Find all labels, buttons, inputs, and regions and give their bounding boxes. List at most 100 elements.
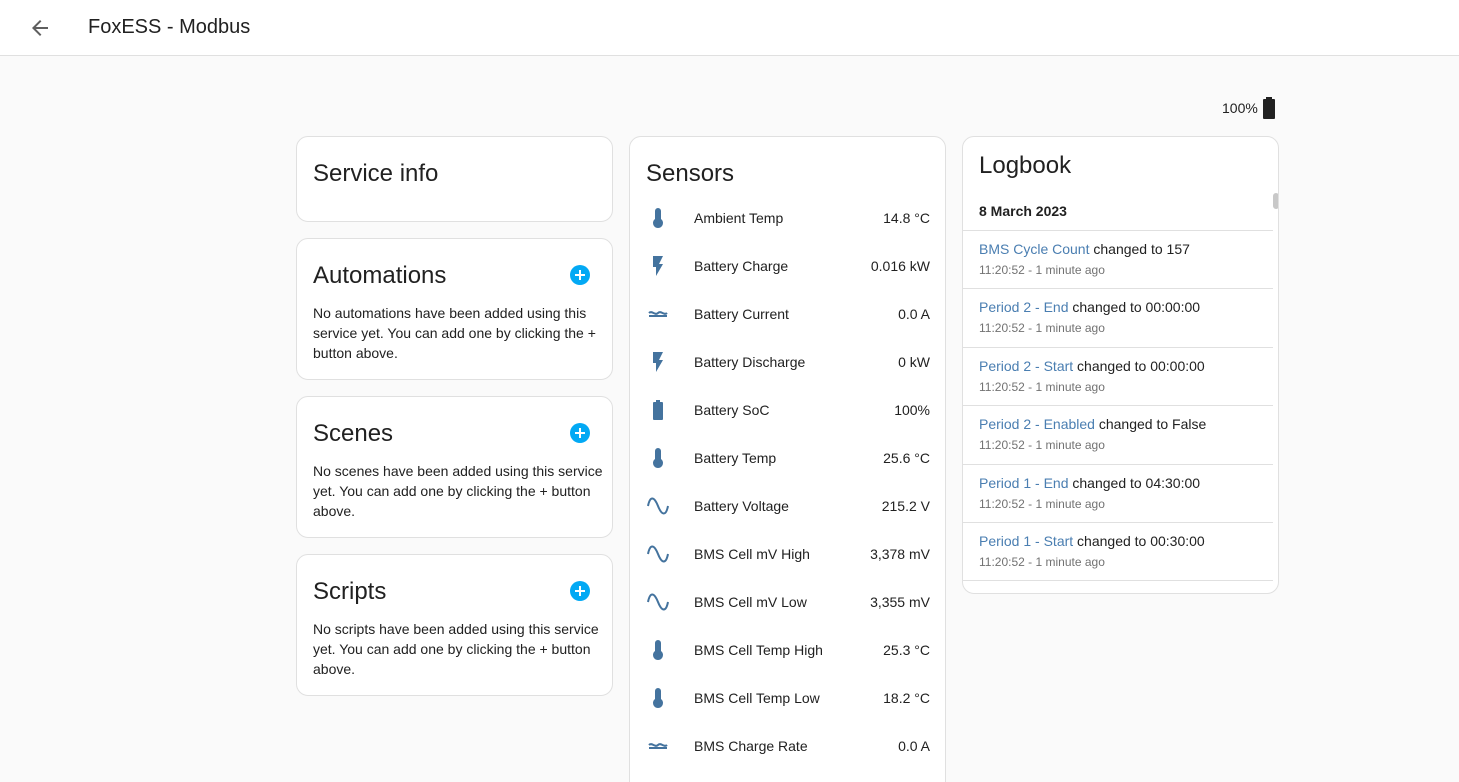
logbook-entry-time: 11:20:52 - 1 minute ago — [979, 263, 1105, 277]
logbook-entry: Period 2 - Start changed to 00:00:00 11:2… — [963, 346, 1273, 405]
automations-title: Automations — [313, 262, 447, 289]
logbook-entity-link[interactable]: Period 2 - End — [979, 299, 1069, 315]
battery-status[interactable]: 100% — [1222, 97, 1276, 119]
sensor-name: Battery Charge — [694, 258, 789, 274]
sine-wave-icon — [646, 542, 670, 566]
sensor-row[interactable]: BMS Charge Rate 0.0 A — [630, 722, 945, 770]
sensor-value: 215.2 V — [881, 498, 930, 514]
logbook-entry-message: changed to 04:30:00 — [1068, 474, 1201, 491]
sensor-row[interactable]: Ambient Temp 14.8 °C — [630, 194, 945, 242]
page-title: FoxESS - Modbus — [88, 16, 251, 38]
sensor-row[interactable]: Battery SoC 100% — [630, 386, 945, 434]
logbook-entity-link[interactable]: Period 1 - Enabled — [979, 591, 1095, 593]
scenes-title: Scenes — [313, 420, 394, 447]
logbook-entry-message: changed to True — [1095, 591, 1200, 593]
sensor-row[interactable]: Battery Discharge 0 kW — [630, 338, 945, 386]
sensors-card: Sensors Ambient Temp 14.8 °C Battery Charg… — [629, 136, 946, 782]
sensor-value: 0.016 kW — [870, 258, 930, 274]
sensor-value: 100% — [894, 402, 930, 418]
sensors-title: Sensors — [646, 160, 735, 187]
sensor-value: 25.3 °C — [883, 642, 930, 658]
logbook-entry: Period 2 - End changed to 00:00:00 11:20:… — [963, 288, 1273, 346]
logbook-entity-link[interactable]: Period 2 - Start — [979, 358, 1073, 374]
logbook-entry-line: Period 1 - Enabled changed to True — [979, 591, 1200, 593]
logbook-entry-message: changed to 00:00:00 — [1073, 357, 1205, 374]
logbook-entity-link[interactable]: BMS Cycle Count — [979, 241, 1089, 257]
logbook-entry: Period 2 - Enabled changed to False 11:20… — [963, 405, 1273, 463]
sine-wave-icon — [646, 494, 670, 518]
plus-icon — [575, 270, 585, 280]
sensor-row[interactable]: Battery Current 0.0 A — [630, 290, 945, 338]
scenes-card: Scenes No scenes have been added using t… — [296, 396, 613, 538]
sensor-value: 18.2 °C — [883, 690, 930, 706]
logbook-entry-time: 11:20:52 - 1 minute ago — [979, 496, 1105, 511]
sensor-value: 0 kW — [898, 354, 930, 370]
logbook-entry-message: changed to 00:00:00 — [1068, 299, 1201, 316]
plus-icon — [575, 428, 585, 438]
logbook-card: Logbook 8 March 2023 BMS Cycle Count cha… — [962, 136, 1279, 594]
thermometer-icon — [646, 638, 670, 662]
arrow-left-icon — [32, 20, 48, 36]
plus-icon — [575, 586, 585, 596]
sensor-value: 3,378 mV — [870, 546, 930, 562]
sensor-name: BMS Cell Temp Low — [694, 690, 820, 706]
sensor-row[interactable]: Battery Voltage 215.2 V — [630, 482, 945, 530]
logbook-scrollbar[interactable] — [1273, 193, 1278, 209]
logbook-entry-message: changed to 00:30:00 — [1073, 533, 1205, 549]
add-automation-button[interactable] — [570, 265, 590, 285]
sensor-name: Ambient Temp — [694, 210, 784, 226]
sensor-row[interactable]: BMS Cell mV High 3,378 mV — [630, 530, 945, 578]
sensor-value: 3,355 mV — [870, 594, 930, 610]
logbook-entry-line: Period 1 - End changed to 04:30:00 — [979, 475, 1200, 491]
scenes-empty-text: No scenes have been added using this ser… — [313, 463, 603, 519]
sensor-name: BMS Cell Temp High — [694, 642, 823, 658]
battery-icon — [646, 398, 670, 422]
service-info-title: Service info — [313, 160, 439, 187]
sensor-row[interactable]: Battery Charge 0.016 kW — [630, 242, 945, 290]
sensor-row[interactable]: BMS Cell Temp High 25.3 °C — [630, 626, 945, 674]
logbook-entry-time: 11:20:52 - 1 minute ago — [979, 321, 1105, 336]
flash-icon — [646, 350, 670, 374]
service-info-card: Service info — [296, 136, 613, 222]
logbook-entry: Period 1 - Enabled changed to True — [963, 580, 1273, 593]
back-button[interactable] — [24, 12, 56, 44]
logbook-entry-message: changed to False — [1094, 416, 1207, 433]
sensor-row[interactable]: BMS Cell mV Low 3,355 mV — [630, 578, 945, 626]
scripts-card: Scripts No scripts have been added using… — [296, 554, 613, 696]
sine-wave-icon — [646, 590, 670, 614]
scripts-title: Scripts — [313, 578, 387, 605]
flash-icon — [646, 254, 670, 278]
sensor-row[interactable]: BMS Cell Temp Low 18.2 °C — [630, 674, 945, 722]
battery-icon — [1262, 97, 1275, 119]
logbook-entry-line: Period 1 - Start changed to 00:30:00 — [979, 533, 1205, 549]
logbook-entry: Period 1 - Start changed to 00:30:00 11:2… — [963, 522, 1273, 580]
current-dc-icon — [646, 302, 670, 326]
sensor-name: Battery Current — [694, 306, 789, 322]
sensor-name: BMS Cell mV Low — [694, 594, 807, 610]
automations-card: Automations No automations have been add… — [296, 238, 613, 380]
sensor-name: Battery Voltage — [694, 498, 789, 514]
sensor-value: 0.0 A — [898, 306, 930, 322]
logbook-entry-line: Period 2 - Start changed to 00:00:00 — [979, 358, 1205, 374]
logbook-entity-link[interactable]: Period 1 - Start — [979, 533, 1073, 549]
logbook-entry-line: Period 2 - Enabled changed to False — [979, 416, 1206, 432]
scripts-empty-text: No scripts have been added using this se… — [313, 621, 599, 677]
sensor-name: BMS Cell mV High — [694, 546, 810, 562]
add-script-button[interactable] — [570, 581, 590, 601]
logbook-entry-time: 11:20:52 - 1 minute ago — [979, 438, 1105, 453]
battery-status-value: 100% — [1222, 100, 1258, 116]
sensor-row[interactable]: Battery Temp 25.6 °C — [630, 434, 945, 482]
sensor-value: 0.0 A — [898, 738, 930, 754]
sensor-value: 14.8 °C — [883, 210, 930, 226]
add-scene-button[interactable] — [570, 423, 590, 443]
sensor-name: Battery Temp — [694, 450, 777, 466]
current-dc-icon — [646, 734, 670, 758]
logbook-entity-link[interactable]: Period 1 - End — [979, 475, 1069, 491]
logbook-entity-link[interactable]: Period 2 - Enabled — [979, 416, 1095, 432]
logbook-entry: BMS Cycle Count changed to 157 11:20:52 -… — [963, 230, 1273, 288]
thermometer-icon — [646, 206, 670, 230]
sensor-name: Battery Discharge — [694, 354, 806, 370]
automations-empty-text: No automations have been added using thi… — [313, 305, 596, 361]
logbook-entry-time: 11:20:52 - 1 minute ago — [979, 555, 1105, 569]
logbook-list: BMS Cycle Count changed to 157 11:20:52 -… — [963, 137, 1278, 593]
